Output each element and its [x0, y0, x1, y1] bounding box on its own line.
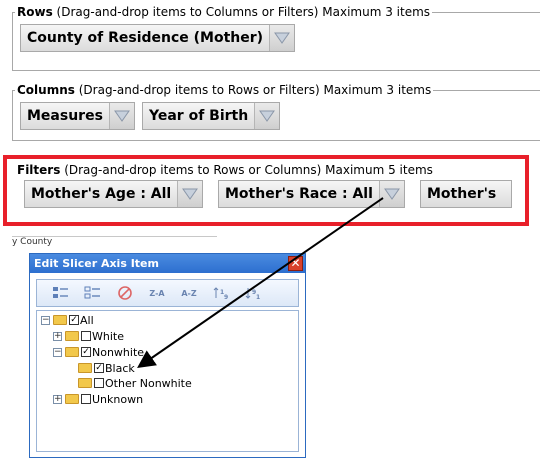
folder-icon	[65, 347, 79, 357]
collapse-icon[interactable]: −	[53, 347, 62, 357]
svg-text:9: 9	[224, 294, 228, 301]
rows-legend: Rows (Drag-and-drop items to Columns or …	[15, 4, 433, 20]
rows-item-county[interactable]: County of Residence (Mother)	[20, 24, 296, 52]
tree-label: Other Nonwhite	[105, 376, 192, 390]
folder-icon	[65, 394, 79, 404]
dialog-titlebar: Edit Slicer Axis Item ✕	[30, 254, 305, 273]
tree-item-unknown[interactable]: + Unknown	[53, 392, 143, 406]
filters-hint: (Drag-and-drop items to Rows or Columns)…	[64, 163, 433, 177]
sort-down-icon[interactable]: 91	[237, 282, 269, 304]
close-icon[interactable]: ✕	[288, 256, 303, 271]
dropdown-triangle-icon[interactable]	[269, 25, 295, 51]
checkbox-checked[interactable]: ✓	[81, 347, 91, 357]
filters-item-mothers-race[interactable]: Mother's Race : All	[218, 180, 405, 208]
tree-label: Unknown	[92, 392, 144, 406]
tree-label: Black	[105, 361, 135, 375]
background-county-strip: y County	[12, 236, 217, 247]
svg-text:1: 1	[256, 294, 260, 301]
select-all-icon[interactable]	[45, 282, 77, 304]
rows-hint: (Drag-and-drop items to Columns or Filte…	[56, 5, 431, 19]
dropdown-triangle-icon[interactable]	[177, 181, 203, 207]
chip-label: Measures	[27, 108, 103, 124]
expand-icon[interactable]: +	[53, 394, 62, 404]
rows-divider	[12, 70, 540, 71]
expand-icon[interactable]: +	[53, 331, 62, 341]
sort-az-icon[interactable]: A-Z	[173, 282, 205, 304]
chip-label: Mother's Race : All	[225, 186, 373, 202]
tree-item-white[interactable]: + White	[53, 329, 124, 343]
dropdown-triangle-icon[interactable]	[254, 103, 280, 129]
filters-legend: Filters (Drag-and-drop items to Rows or …	[15, 162, 435, 178]
checkbox-checked[interactable]: ✓	[94, 363, 104, 373]
folder-icon	[78, 363, 92, 373]
checkbox-unchecked[interactable]	[94, 378, 104, 388]
folder-icon	[78, 378, 92, 388]
dialog-title: Edit Slicer Axis Item	[34, 257, 159, 270]
clear-filter-icon[interactable]	[109, 282, 141, 304]
checkbox-checked[interactable]: ✓	[69, 315, 79, 325]
folder-icon	[65, 331, 79, 341]
columns-hint: (Drag-and-drop items to Rows or Filters)…	[78, 83, 432, 97]
filters-item-mothers-age[interactable]: Mother's Age : All	[24, 180, 204, 208]
tree-label: White	[92, 329, 124, 343]
dropdown-triangle-icon[interactable]	[378, 181, 404, 207]
checkbox-unchecked[interactable]	[81, 394, 91, 404]
collapse-icon[interactable]: −	[41, 315, 50, 325]
background-strip-text: y County	[12, 237, 53, 247]
tree-label: All	[80, 313, 94, 327]
rows-title: Rows	[17, 5, 53, 19]
columns-legend: Columns (Drag-and-drop items to Rows or …	[15, 82, 434, 98]
chip-label: County of Residence (Mother)	[27, 30, 264, 46]
sort-za-icon[interactable]: Z-A	[141, 282, 173, 304]
deselect-all-icon[interactable]	[77, 282, 109, 304]
tree-item-black[interactable]: ✓ Black	[78, 361, 135, 375]
filters-item-mothers-truncated[interactable]: Mother's	[420, 180, 512, 208]
tree-item-nonwhite[interactable]: − ✓ Nonwhite	[53, 345, 144, 359]
folder-icon	[53, 315, 67, 325]
checkbox-unchecked[interactable]	[81, 331, 91, 341]
dialog-toolbar: Z-A A-Z 19 91	[36, 279, 299, 307]
tree-item-other-nonwhite[interactable]: Other Nonwhite	[78, 376, 192, 390]
columns-divider	[12, 140, 540, 141]
slicer-tree: − ✓ All + White − ✓ Nonwhite ✓ Black Oth…	[36, 310, 299, 452]
columns-item-year-of-birth[interactable]: Year of Birth	[142, 102, 281, 130]
tree-item-all[interactable]: − ✓ All	[41, 313, 94, 327]
columns-title: Columns	[17, 83, 75, 97]
tree-label: Nonwhite	[92, 345, 145, 359]
dropdown-triangle-icon[interactable]	[108, 103, 134, 129]
chip-label: Year of Birth	[149, 108, 249, 124]
filters-title: Filters	[17, 163, 61, 177]
sort-up-icon[interactable]: 19	[205, 282, 237, 304]
edit-slicer-dialog: Edit Slicer Axis Item ✕ Z-A A-Z 19 91 − …	[29, 253, 306, 458]
columns-item-measures[interactable]: Measures	[20, 102, 135, 130]
chip-label: Mother's Age : All	[31, 186, 172, 202]
chip-label: Mother's	[427, 186, 497, 202]
